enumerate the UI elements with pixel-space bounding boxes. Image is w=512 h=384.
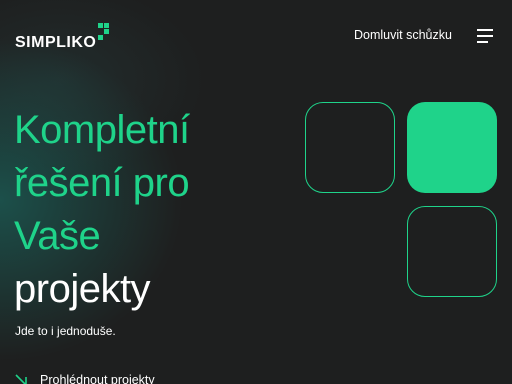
hero-title-line-4: projekty [14, 267, 151, 311]
hero-title-line-2: řešení pro [14, 161, 190, 205]
landing-page: SIMPLIKO Domluvit schůzku Kompletní řeše… [0, 0, 512, 384]
hero-title: Kompletní řešení pro Vaše projekty [14, 104, 190, 316]
logo[interactable]: SIMPLIKO [15, 23, 111, 51]
view-projects-link[interactable]: Prohlédnout projekty [15, 373, 155, 384]
hero-title-line-1: Kompletní [14, 108, 190, 152]
arrow-down-right-icon [15, 374, 27, 384]
decorative-tile-outline-2 [407, 206, 497, 297]
hero-title-line-3: Vaše [14, 214, 101, 258]
decorative-tile-filled [407, 102, 497, 193]
book-meeting-link[interactable]: Domluvit schůzku [354, 28, 452, 42]
decorative-tile-outline-1 [305, 102, 395, 193]
hero-subtitle: Jde to i jednoduše. [15, 324, 116, 338]
view-projects-label: Prohlédnout projekty [40, 373, 155, 384]
hamburger-menu-icon[interactable] [477, 29, 493, 43]
logo-squares-icon [97, 23, 111, 43]
logo-text: SIMPLIKO [15, 34, 97, 51]
